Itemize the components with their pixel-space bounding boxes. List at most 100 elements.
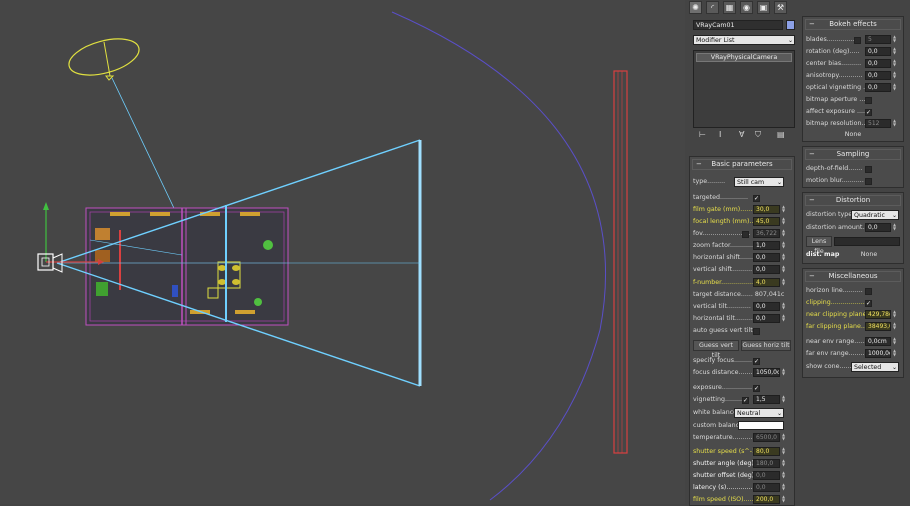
shutter-offset-spinner[interactable]: 0,0	[753, 471, 780, 480]
fov-spinner[interactable]: 36,722	[753, 229, 780, 238]
anisotropy-spinner[interactable]: 0,0	[865, 71, 891, 80]
spinner-arrows-icon[interactable]: ▲ ▼	[893, 47, 897, 56]
far-env-range-spinner[interactable]: 1000,0c	[865, 349, 891, 358]
create-icon[interactable]: ✺	[689, 1, 702, 14]
spinner-arrows-icon[interactable]: ▲ ▼	[782, 241, 786, 250]
spinner-arrows-icon[interactable]: ▲ ▼	[893, 223, 897, 232]
horizontal-tilt-spinner[interactable]: 0,0	[753, 314, 780, 323]
bitmap-resolution-spinner[interactable]: 512	[865, 119, 891, 128]
blades-spinner[interactable]: 5	[865, 35, 891, 44]
hierarchy-icon[interactable]: ▦	[723, 1, 736, 14]
near-env-range-spinner[interactable]: 0,0cm	[865, 337, 891, 346]
type-dropdown[interactable]: Still cam ⌄	[734, 177, 784, 187]
vignetting-spinner[interactable]: 1,5	[753, 395, 780, 404]
exposure-checkbox[interactable]: ✓	[753, 385, 760, 392]
spinner-arrows-icon[interactable]: ▲ ▼	[782, 265, 786, 274]
spinner-arrows-icon[interactable]: ▲ ▼	[893, 322, 897, 331]
center-bias-spinner[interactable]: 0,0	[865, 59, 891, 68]
object-name-field[interactable]: VRayCam01	[693, 20, 783, 30]
modifier-stack[interactable]: VRayPhysicalCamera	[693, 50, 795, 128]
spinner-arrows-icon[interactable]: ▲ ▼	[782, 253, 786, 262]
show-end-result-icon[interactable]: Ⅰ	[719, 130, 721, 139]
spinner-arrows-icon[interactable]: ▲ ▼	[782, 395, 786, 404]
display-icon[interactable]: ▣	[757, 1, 770, 14]
spinner-arrows-icon[interactable]: ▲ ▼	[782, 447, 786, 456]
spinner-arrows-icon[interactable]: ▲ ▼	[782, 433, 786, 442]
horizontal-shift-spinner[interactable]: 0,0	[753, 253, 780, 262]
spinner-arrows-icon[interactable]: ▲ ▼	[893, 59, 897, 68]
film-gate-spinner[interactable]: 30,0	[753, 205, 780, 214]
guess-vert-tilt-button[interactable]: Guess vert tilt	[693, 340, 739, 359]
white-balance-dropdown[interactable]: Neutral ⌄	[734, 408, 784, 418]
spinner-arrows-icon[interactable]: ▲ ▼	[782, 459, 786, 468]
spinner-arrows-icon[interactable]: ▲ ▼	[893, 337, 897, 346]
far-clipping-plane-spinner[interactable]: 38493,0	[865, 322, 891, 331]
custom-balance-swatch[interactable]	[738, 421, 784, 430]
bokeh-effects-header[interactable]: − Bokeh effects	[805, 19, 901, 30]
viewport-top[interactable]	[0, 0, 685, 504]
spinner-arrows-icon[interactable]: ▲ ▼	[782, 368, 786, 377]
remove-modifier-icon[interactable]: ⛉	[755, 130, 761, 140]
spinner-arrows-icon[interactable]: ▲ ▼	[893, 71, 897, 80]
rotation-spinner[interactable]: 0,0	[865, 47, 891, 56]
auto-guess-vert-tilt-checkbox[interactable]	[753, 328, 760, 335]
targeted-checkbox[interactable]: ✓	[753, 195, 760, 202]
pin-stack-icon[interactable]: ⊢	[699, 130, 706, 139]
stack-item-vrayphysicalcamera[interactable]: VRayPhysicalCamera	[696, 53, 792, 62]
spinner-arrows-icon[interactable]: ▲ ▼	[893, 35, 897, 44]
spinner-arrows-icon[interactable]: ▲ ▼	[893, 349, 897, 358]
bitmap-aperture-checkbox[interactable]	[865, 97, 872, 104]
spinner-arrows-icon[interactable]: ▲ ▼	[782, 217, 786, 226]
shutter-angle-spinner[interactable]: 180,0	[753, 459, 780, 468]
specify-focus-checkbox[interactable]: ✓	[753, 358, 760, 365]
spinner-arrows-icon[interactable]: ▲ ▼	[893, 310, 897, 319]
shutter-speed-spinner[interactable]: 80,0	[753, 447, 780, 456]
bitmap-aperture-map-button[interactable]: None	[806, 130, 900, 141]
optical-vignetting-spinner[interactable]: 0,0	[865, 83, 891, 92]
horizon-line-checkbox[interactable]	[865, 288, 872, 295]
near-clipping-plane-spinner[interactable]: 429,78c	[865, 310, 891, 319]
vertical-tilt-spinner[interactable]: 0,0	[753, 302, 780, 311]
spinner-arrows-icon[interactable]: ▲ ▼	[782, 314, 786, 323]
spinner-arrows-icon[interactable]: ▲ ▼	[782, 495, 786, 504]
distortion-type-dropdown[interactable]: Quadratic ⌄	[851, 210, 899, 220]
spinner-arrows-icon[interactable]: ▲ ▼	[893, 119, 897, 128]
temperature-spinner[interactable]: 6500,0	[753, 433, 780, 442]
film-speed-spinner[interactable]: 200,0	[753, 495, 780, 504]
distortion-amount-spinner[interactable]: 0,0	[865, 223, 891, 232]
zoom-factor-spinner[interactable]: 1,0	[753, 241, 780, 250]
f-number-spinner[interactable]: 4,0	[753, 278, 780, 287]
latency-spinner[interactable]: 0,0	[753, 483, 780, 492]
dist-map-button[interactable]: None	[839, 250, 899, 261]
motion-icon[interactable]: ◉	[740, 1, 753, 14]
lens-file-button[interactable]: Lens file	[806, 236, 832, 255]
motion-blur-checkbox[interactable]	[865, 178, 872, 185]
spinner-arrows-icon[interactable]: ▲ ▼	[782, 302, 786, 311]
modifier-list-dropdown[interactable]: Modifier List ⌄	[693, 35, 795, 45]
blades-checkbox[interactable]	[854, 37, 861, 44]
spinner-arrows-icon[interactable]: ▲ ▼	[782, 229, 786, 238]
vertical-shift-spinner[interactable]: 0,0	[753, 265, 780, 274]
spinner-arrows-icon[interactable]: ▲ ▼	[782, 278, 786, 287]
modify-icon[interactable]: ◜	[706, 1, 719, 14]
clipping-checkbox[interactable]: ✓	[865, 300, 872, 307]
spinner-arrows-icon[interactable]: ▲ ▼	[782, 471, 786, 480]
focus-distance-spinner[interactable]: 1050,0c	[753, 368, 780, 377]
lens-file-path-field[interactable]	[834, 237, 900, 246]
sampling-header[interactable]: − Sampling	[805, 149, 901, 160]
spinner-arrows-icon[interactable]: ▲ ▼	[893, 83, 897, 92]
utilities-icon[interactable]: ⚒	[774, 1, 787, 14]
configure-modifier-sets-icon[interactable]: ▤	[777, 130, 785, 139]
make-unique-icon[interactable]: ∀	[739, 130, 744, 139]
show-cone-dropdown[interactable]: Selected ⌄	[851, 362, 899, 372]
vignetting-checkbox[interactable]: ✓	[742, 397, 749, 404]
fov-checkbox[interactable]	[742, 231, 749, 238]
focal-length-spinner[interactable]: 45,0	[753, 217, 780, 226]
spinner-arrows-icon[interactable]: ▲ ▼	[782, 205, 786, 214]
spinner-arrows-icon[interactable]: ▲ ▼	[782, 483, 786, 492]
basic-parameters-header[interactable]: − Basic parameters	[692, 159, 792, 170]
miscellaneous-header[interactable]: − Miscellaneous	[805, 271, 901, 282]
object-color-swatch[interactable]	[786, 20, 795, 30]
distortion-header[interactable]: − Distortion	[805, 195, 901, 206]
scene-canvas[interactable]	[0, 0, 685, 504]
